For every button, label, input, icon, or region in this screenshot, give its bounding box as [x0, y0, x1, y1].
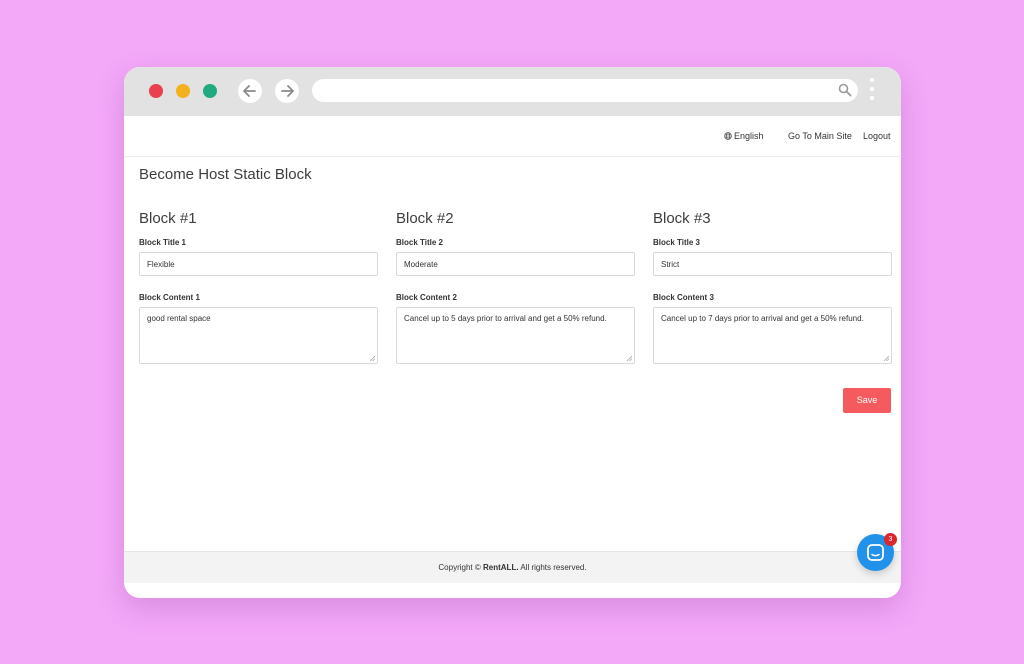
block-title-label: Block Title 3: [653, 238, 700, 247]
arrow-right-icon: [281, 85, 294, 97]
language-selector[interactable]: English: [724, 131, 764, 141]
close-window-dot[interactable]: [149, 84, 163, 98]
block-heading: Block #3: [653, 210, 711, 227]
block-content-textarea[interactable]: Cancel up to 7 days prior to arrival and…: [653, 307, 892, 364]
footer: Copyright © RentALL. All rights reserved…: [124, 551, 901, 583]
block-1: Block #1 Block Title 1 Flexible Block Co…: [139, 209, 378, 364]
chat-icon: [867, 544, 884, 561]
resize-grip-icon[interactable]: [626, 355, 632, 361]
arrow-left-icon: [243, 85, 256, 97]
page-title: Become Host Static Block: [139, 166, 312, 183]
block-title-label: Block Title 2: [396, 238, 443, 247]
chat-notification-badge: 3: [884, 533, 897, 546]
block-content-text: Cancel up to 7 days prior to arrival and…: [661, 314, 864, 323]
top-navigation: English Go To Main Site Logout: [124, 116, 901, 157]
block-content-textarea[interactable]: Cancel up to 5 days prior to arrival and…: [396, 307, 635, 364]
brand-name: RentALL.: [483, 563, 519, 572]
block-content-textarea[interactable]: good rental space: [139, 307, 378, 364]
resize-grip-icon[interactable]: [369, 355, 375, 361]
block-heading: Block #2: [396, 210, 454, 227]
browser-titlebar: [124, 67, 901, 116]
block-heading: Block #1: [139, 210, 197, 227]
search-icon[interactable]: [838, 83, 852, 97]
forward-button[interactable]: [275, 79, 299, 103]
address-bar[interactable]: [312, 79, 858, 102]
block-content-label: Block Content 2: [396, 293, 457, 302]
browser-window: English Go To Main Site Logout Become Ho…: [124, 67, 901, 598]
block-title-input[interactable]: Flexible: [139, 252, 378, 276]
copyright-prefix: Copyright ©: [438, 563, 481, 572]
copyright-suffix: All rights reserved.: [520, 563, 587, 572]
block-content-label: Block Content 3: [653, 293, 714, 302]
block-title-input[interactable]: Moderate: [396, 252, 635, 276]
minimize-window-dot[interactable]: [176, 84, 190, 98]
resize-grip-icon[interactable]: [883, 355, 889, 361]
block-content-label: Block Content 1: [139, 293, 200, 302]
block-title-label: Block Title 1: [139, 238, 186, 247]
block-content-text: good rental space: [147, 314, 211, 323]
maximize-window-dot[interactable]: [203, 84, 217, 98]
go-to-main-site-link[interactable]: Go To Main Site: [788, 131, 852, 141]
kebab-menu-icon[interactable]: [868, 78, 876, 104]
block-2: Block #2 Block Title 2 Moderate Block Co…: [396, 209, 635, 364]
logout-link[interactable]: Logout: [863, 131, 891, 141]
block-title-input[interactable]: Strict: [653, 252, 892, 276]
block-3: Block #3 Block Title 3 Strict Block Cont…: [653, 209, 892, 364]
globe-icon: [724, 132, 732, 140]
language-label: English: [734, 131, 764, 141]
block-content-text: Cancel up to 5 days prior to arrival and…: [404, 314, 607, 323]
back-button[interactable]: [238, 79, 262, 103]
save-button[interactable]: Save: [843, 388, 891, 413]
